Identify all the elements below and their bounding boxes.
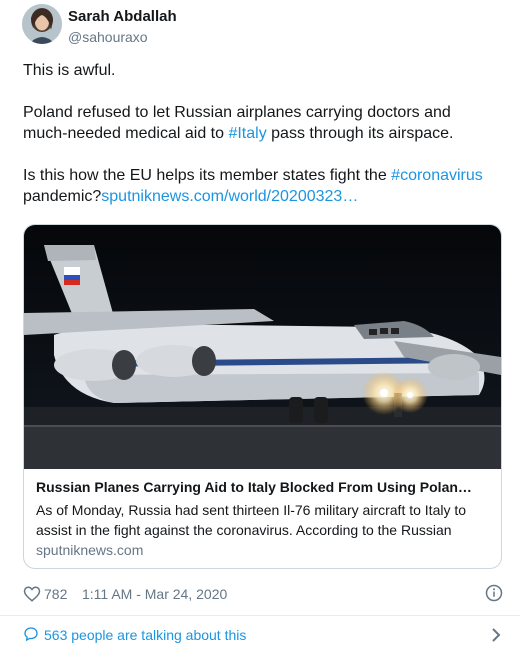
link-preview-card[interactable]: Russian Planes Carrying Aid to Italy Blo…	[23, 224, 502, 569]
tweet-header: Sarah Abdallah @sahouraxo	[22, 4, 492, 46]
divider	[0, 615, 520, 616]
card-title[interactable]: Russian Planes Carrying Aid to Italy Blo…	[36, 478, 491, 496]
tweet-text-segment: Is this how the EU helps its member stat…	[23, 167, 392, 184]
like-count[interactable]: 782	[44, 586, 67, 602]
tweet-paragraph: Is this how the EU helps its member stat…	[23, 165, 499, 207]
card-description: As of Monday, Russia had sent thirteen I…	[36, 502, 467, 538]
card-image[interactable]	[24, 225, 501, 469]
speech-bubble-icon	[24, 627, 38, 642]
tweet-meta: 782 1:11 AM - Mar 24, 2020	[23, 584, 503, 604]
avatar[interactable]	[22, 4, 62, 44]
chevron-right-icon[interactable]	[489, 626, 503, 644]
author-name[interactable]: Sarah Abdallah	[68, 8, 177, 25]
tweet-timestamp[interactable]: 1:11 AM - Mar 24, 2020	[82, 586, 227, 602]
tweet: Sarah Abdallah @sahouraxo This is awful.…	[0, 0, 520, 656]
author-handle[interactable]: @sahouraxo	[68, 29, 148, 45]
info-icon[interactable]	[485, 584, 503, 602]
hashtag-coronavirus-link[interactable]: #coronavirus	[391, 167, 483, 184]
tweet-paragraph: This is awful.	[23, 62, 116, 79]
tweet-paragraph: Poland refused to let Russian airplanes …	[23, 102, 499, 144]
card-domain: sputniknews.com	[36, 542, 144, 558]
tweet-text-segment: pandemic?	[23, 188, 102, 205]
card-info[interactable]: Russian Planes Carrying Aid to Italy Blo…	[36, 478, 491, 558]
tweet-text-segment: pass through its airspace.	[266, 125, 454, 142]
hashtag-italy-link[interactable]: #Italy	[228, 125, 266, 142]
heart-icon[interactable]	[23, 585, 41, 603]
tweet-text: This is awful. Poland refused to let Rus…	[23, 60, 499, 228]
conversation-link[interactable]: 563 people are talking about this	[23, 624, 503, 646]
conversation-label[interactable]: 563 people are talking about this	[44, 627, 246, 643]
article-url-link[interactable]: sputniknews.com/world/20200323…	[101, 188, 358, 205]
